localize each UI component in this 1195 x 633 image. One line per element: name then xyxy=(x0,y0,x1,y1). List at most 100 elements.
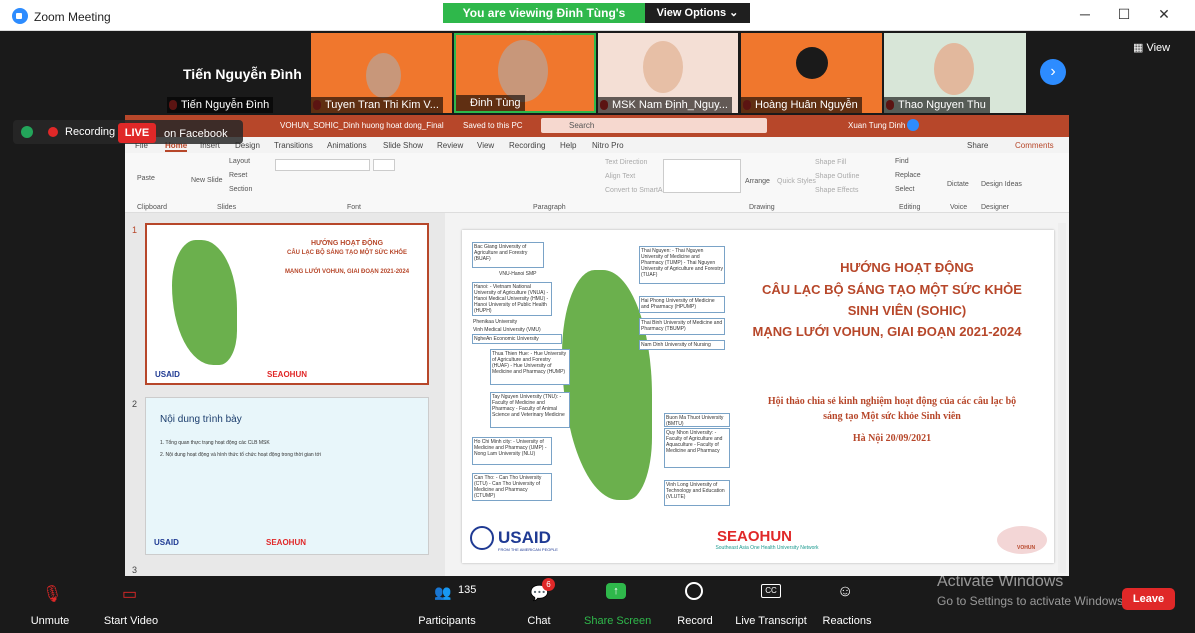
university-box: Quy Nhon University: - Faculty of Agricu… xyxy=(664,428,730,468)
ppt-comments-button[interactable]: Comments xyxy=(1015,141,1054,150)
font-family-select[interactable] xyxy=(275,159,370,171)
ppt-search-box[interactable]: Search xyxy=(541,118,767,133)
view-label: View xyxy=(1146,42,1171,54)
cc-icon: CC xyxy=(761,584,781,598)
leave-button[interactable]: Leave xyxy=(1122,588,1175,610)
next-page-icon[interactable]: › xyxy=(1040,59,1066,85)
usaid-logo: USAID xyxy=(498,528,551,547)
slide-title-line1: HƯỚNG HOẠT ĐỘNG xyxy=(840,260,974,275)
activate-windows-hint: Go to Settings to activate Windows. xyxy=(937,594,1127,608)
replace-button[interactable]: Replace xyxy=(895,172,921,179)
university-box: VNU-Hanoi SMP xyxy=(498,270,542,280)
slide-subtitle: Hội thảo chia sẻ kinh nghiệm hoạt động c… xyxy=(767,396,1017,407)
window-title: Zoom Meeting xyxy=(34,10,111,24)
participant-tile[interactable]: MSK Nam Định_Nguy... xyxy=(598,33,738,113)
university-box: Hanoi: - Vietnam National University of … xyxy=(472,282,552,316)
participant-video xyxy=(934,43,974,95)
live-target[interactable]: on Facebook xyxy=(164,128,228,140)
thumb-title: HƯỚNG HOẠT ĐỘNG xyxy=(310,240,384,247)
new-slide-button[interactable]: New Slide xyxy=(191,177,223,184)
university-box: Bac Giang University of Agriculture and … xyxy=(472,242,544,268)
group-drawing: Drawing xyxy=(749,204,775,211)
share-screen-button[interactable]: ↑ Share Screen xyxy=(584,576,651,633)
minimize-icon[interactable]: ─ xyxy=(1075,6,1095,22)
ppt-share-button[interactable]: Share xyxy=(967,141,988,150)
shape-fill-button[interactable]: Shape Fill xyxy=(815,159,846,166)
vertical-scrollbar[interactable] xyxy=(1058,223,1066,573)
text-direction-button[interactable]: Text Direction xyxy=(605,159,647,166)
reactions-button[interactable]: ☺ Reactions xyxy=(820,576,874,633)
muted-mic-icon: 🎙 xyxy=(42,586,63,603)
group-font: Font xyxy=(347,204,362,211)
ppt-user-name: Xuan Tung Dinh xyxy=(848,121,906,130)
find-button[interactable]: Find xyxy=(895,158,909,165)
university-box: Vinh Long University of Technology and E… xyxy=(664,480,730,506)
record-button[interactable]: Record xyxy=(674,576,716,633)
start-video-button[interactable]: ▭ Start Video xyxy=(100,576,162,633)
slide-number: 2 xyxy=(132,399,138,409)
participant-name: Đinh Tùng xyxy=(456,95,525,111)
tab-review[interactable]: Review xyxy=(437,141,463,150)
select-button[interactable]: Select xyxy=(895,186,914,193)
dictate-button[interactable]: Dictate xyxy=(947,181,969,188)
quick-styles-button[interactable]: Quick Styles xyxy=(777,178,816,185)
tab-slide-show[interactable]: Slide Show xyxy=(383,141,423,150)
convert-smartart-button[interactable]: Convert to SmartArt xyxy=(605,187,667,194)
participant-tile[interactable]: Tuyen Tran Thi Kim V... xyxy=(311,33,452,113)
ribbon: Paste New Slide Layout Reset Section Tex… xyxy=(125,153,1069,213)
slide-thumbnails-pane: 1 HƯỚNG HOẠT ĐỘNG CÂU LẠC BỘ SÁNG TẠO MỘ… xyxy=(125,213,445,576)
live-transcript-label: Live Transcript xyxy=(735,615,807,627)
slide-number: 1 xyxy=(132,225,138,235)
unmute-label: Unmute xyxy=(30,615,70,627)
participant-name: Tiến Nguyễn Đình xyxy=(167,97,274,113)
font-size-select[interactable] xyxy=(373,159,395,171)
participant-name: Thao Nguyen Thu xyxy=(884,97,990,113)
view-button[interactable]: ▦ View xyxy=(1133,41,1170,54)
layout-button[interactable]: Layout xyxy=(229,158,250,165)
reset-button[interactable]: Reset xyxy=(229,172,247,179)
close-icon[interactable]: ✕ xyxy=(1154,6,1174,23)
tab-transitions[interactable]: Transitions xyxy=(274,141,313,150)
design-ideas-button[interactable]: Design Ideas xyxy=(981,181,1022,188)
arrange-button[interactable]: Arrange xyxy=(745,178,770,185)
chat-label: Chat xyxy=(527,615,551,627)
chat-button[interactable]: 💬 6 Chat xyxy=(520,576,558,633)
maximize-icon[interactable]: ☐ xyxy=(1114,6,1134,23)
participant-tile-active[interactable]: Đinh Tùng xyxy=(454,33,596,113)
ppt-search-label: Search xyxy=(569,121,595,130)
group-clipboard: Clipboard xyxy=(137,204,167,211)
university-box: Tay Nguyen University (TNU): - Faculty o… xyxy=(490,392,570,428)
activate-windows-watermark: Activate Windows xyxy=(937,573,1064,590)
university-box: Thai Binh University of Medicine and Pha… xyxy=(639,318,725,335)
participant-tile[interactable]: Tiến Nguyễn Đình xyxy=(167,33,309,113)
tab-view[interactable]: View xyxy=(477,141,494,150)
group-designer: Designer xyxy=(981,204,1010,211)
window-title-bar: Zoom Meeting You are viewing Đinh Tùng's… xyxy=(0,0,1195,40)
shapes-gallery[interactable] xyxy=(663,159,741,193)
participant-count: 135 xyxy=(458,584,477,596)
tab-recording[interactable]: Recording xyxy=(509,141,545,150)
unmute-button[interactable]: 🎙 Unmute xyxy=(22,576,78,633)
participant-tile[interactable]: Thao Nguyen Thu xyxy=(884,33,1026,113)
participants-button[interactable]: 👥 135 Participants xyxy=(414,576,480,633)
live-transcript-button[interactable]: CC Live Transcript xyxy=(734,576,808,633)
university-box: Hai Phong University of Medicine and Pha… xyxy=(639,296,725,313)
main-slide-canvas[interactable]: Bac Giang University of Agriculture and … xyxy=(462,230,1054,563)
align-text-button[interactable]: Align Text xyxy=(605,173,635,180)
chevron-down-icon: ⌄ xyxy=(729,7,739,19)
tab-animations[interactable]: Animations xyxy=(327,141,367,150)
usaid-logo: USAID xyxy=(155,370,180,379)
paste-button[interactable]: Paste xyxy=(137,175,155,182)
start-video-label: Start Video xyxy=(103,615,159,627)
participant-tile[interactable]: Hoàng Huân Nguyễn xyxy=(741,33,882,113)
tab-nitro-pro[interactable]: Nitro Pro xyxy=(592,141,624,150)
section-button[interactable]: Section xyxy=(229,186,252,193)
tab-help[interactable]: Help xyxy=(560,141,576,150)
shape-outline-button[interactable]: Shape Outline xyxy=(815,173,859,180)
group-slides: Slides xyxy=(217,204,237,211)
shape-effects-button[interactable]: Shape Effects xyxy=(815,187,858,194)
slide-thumbnail[interactable]: HƯỚNG HOẠT ĐỘNG CÂU LẠC BỘ SÁNG TẠO MỘT … xyxy=(145,223,429,385)
ppt-file-name: VOHUN_SOHIC_Dinh huong hoat dong_Final xyxy=(280,121,444,130)
slide-thumbnail[interactable]: Nội dung trình bày 1. Tổng quan thực trạ… xyxy=(145,397,429,555)
view-options-button[interactable]: View Options ⌄ xyxy=(645,3,750,23)
